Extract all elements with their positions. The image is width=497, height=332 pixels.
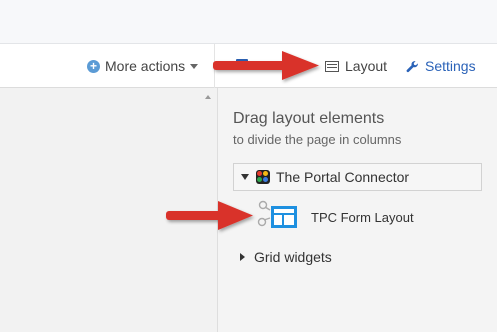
form-layout-widget-icon: [257, 200, 297, 228]
settings-button[interactable]: Settings: [406, 44, 476, 88]
group-label: The Portal Connector: [276, 169, 410, 185]
grid-widgets-toggle[interactable]: Grid widgets: [240, 249, 332, 265]
grid-widgets-label: Grid widgets: [254, 249, 332, 265]
page-canvas[interactable]: [0, 88, 217, 332]
more-actions-label: More actions: [105, 58, 186, 74]
layout-label: Layout: [345, 58, 388, 74]
portal-connector-logo: [256, 170, 270, 184]
layout-icon: [325, 60, 339, 72]
tpc-form-layout-widget[interactable]: [256, 200, 300, 232]
widget-label: TPC Form Layout: [311, 210, 414, 225]
toolbar: + More actions Layout Settings: [0, 44, 497, 88]
caret-down-icon: [190, 63, 199, 69]
scroll-up-arrow[interactable]: [205, 95, 211, 99]
panel-subtitle: to divide the page in columns: [233, 132, 402, 147]
plus-circle-icon: +: [87, 59, 100, 73]
portal-connector-group-toggle[interactable]: The Portal Connector: [233, 163, 482, 191]
hidden-toolbar-icon[interactable]: [236, 59, 248, 70]
settings-label: Settings: [425, 58, 476, 74]
more-actions-button[interactable]: + More actions: [87, 44, 199, 88]
layout-button[interactable]: Layout: [325, 44, 387, 88]
toolbar-divider: [214, 44, 215, 88]
panel-title: Drag layout elements: [233, 110, 385, 127]
top-header-strip: [0, 0, 497, 44]
expand-triangle-icon: [241, 174, 249, 180]
collapse-triangle-icon: [240, 253, 245, 261]
wrench-icon: [406, 60, 418, 72]
